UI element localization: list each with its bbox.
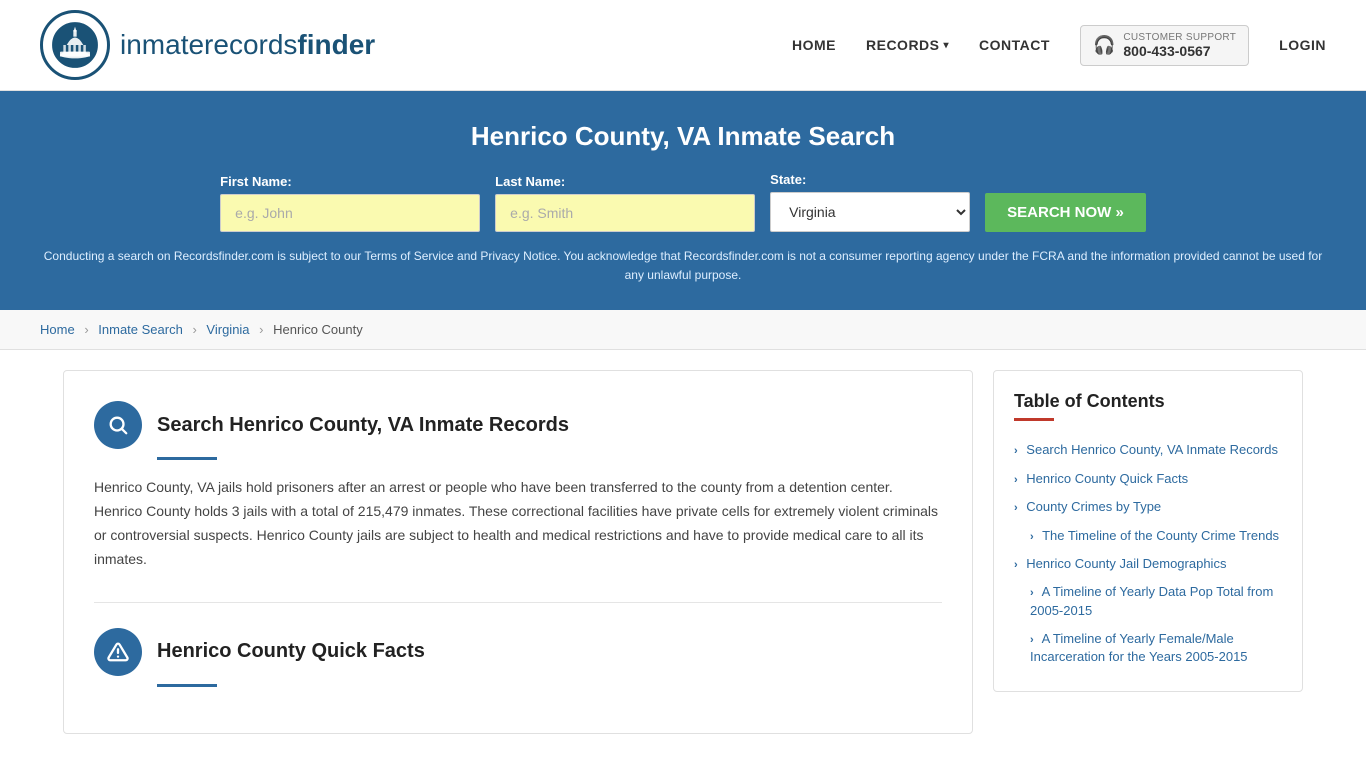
toc-item-1: › Search Henrico County, VA Inmate Recor… bbox=[1014, 436, 1282, 464]
nav-home[interactable]: HOME bbox=[792, 37, 836, 53]
toc-box: Table of Contents › Search Henrico Count… bbox=[993, 370, 1303, 692]
toc-title: Table of Contents bbox=[1014, 391, 1282, 412]
breadcrumb-home[interactable]: Home bbox=[40, 322, 75, 337]
toc-item-4: › The Timeline of the County Crime Trend… bbox=[1014, 522, 1282, 550]
toc-item-3: › County Crimes by Type bbox=[1014, 493, 1282, 521]
headset-icon: 🎧 bbox=[1093, 35, 1115, 56]
toc-underline bbox=[1014, 418, 1054, 421]
disclaimer-text: Conducting a search on Recordsfinder.com… bbox=[40, 247, 1326, 285]
state-group: State: Virginia Alabama Alaska Californi… bbox=[770, 172, 970, 232]
section2-header: Henrico County Quick Facts bbox=[94, 628, 942, 676]
main-content: Search Henrico County, VA Inmate Records… bbox=[43, 370, 1323, 733]
last-name-input[interactable] bbox=[495, 194, 755, 232]
toc-link-1[interactable]: › Search Henrico County, VA Inmate Recor… bbox=[1014, 441, 1282, 459]
first-name-input[interactable] bbox=[220, 194, 480, 232]
logo-area: inmaterecordsfinder bbox=[40, 10, 375, 80]
toc-link-2[interactable]: › Henrico County Quick Facts bbox=[1014, 470, 1282, 488]
first-name-group: First Name: bbox=[220, 174, 480, 232]
chevron-right-icon-6: › bbox=[1030, 587, 1034, 599]
toc-link-3[interactable]: › County Crimes by Type bbox=[1014, 498, 1282, 516]
toc-item-2: › Henrico County Quick Facts bbox=[1014, 465, 1282, 493]
search-form: First Name: Last Name: State: Virginia A… bbox=[40, 172, 1326, 232]
section1-title: Search Henrico County, VA Inmate Records bbox=[157, 414, 569, 437]
breadcrumb-virginia[interactable]: Virginia bbox=[206, 322, 249, 337]
breadcrumb-sep2: › bbox=[192, 322, 196, 337]
toc-item-7: › A Timeline of Yearly Female/Male Incar… bbox=[1014, 625, 1282, 672]
toc-link-5[interactable]: › Henrico County Jail Demographics bbox=[1014, 555, 1282, 573]
section1-header: Search Henrico County, VA Inmate Records bbox=[94, 401, 942, 449]
toc-link-4[interactable]: › The Timeline of the County Crime Trend… bbox=[1030, 527, 1282, 545]
search-icon-circle bbox=[94, 401, 142, 449]
breadcrumb-current: Henrico County bbox=[273, 322, 363, 337]
nav-login[interactable]: LOGIN bbox=[1279, 37, 1326, 53]
state-label: State: bbox=[770, 172, 970, 187]
breadcrumb-inmate-search[interactable]: Inmate Search bbox=[98, 322, 183, 337]
support-box: 🎧 CUSTOMER SUPPORT 800-433-0567 bbox=[1080, 25, 1249, 66]
breadcrumb-sep1: › bbox=[84, 322, 88, 337]
section2-title: Henrico County Quick Facts bbox=[157, 640, 425, 663]
logo-icon bbox=[40, 10, 110, 80]
toc-item-5: › Henrico County Jail Demographics bbox=[1014, 550, 1282, 578]
last-name-label: Last Name: bbox=[495, 174, 755, 189]
first-name-label: First Name: bbox=[220, 174, 480, 189]
toc-item-6: › A Timeline of Yearly Data Pop Total fr… bbox=[1014, 578, 1282, 625]
last-name-group: Last Name: bbox=[495, 174, 755, 232]
main-nav: HOME RECORDS ▾ CONTACT 🎧 CUSTOMER SUPPOR… bbox=[792, 25, 1326, 66]
chevron-right-icon-3: › bbox=[1014, 502, 1018, 514]
state-select[interactable]: Virginia Alabama Alaska California Flori… bbox=[770, 192, 970, 232]
section1-text: Henrico County, VA jails hold prisoners … bbox=[94, 476, 942, 581]
chevron-right-icon-1: › bbox=[1014, 445, 1018, 457]
records-chevron-icon: ▾ bbox=[944, 40, 950, 51]
content-right: Table of Contents › Search Henrico Count… bbox=[993, 370, 1303, 733]
chevron-right-icon-7: › bbox=[1030, 634, 1034, 646]
chevron-right-icon-2: › bbox=[1014, 474, 1018, 486]
section-divider bbox=[94, 602, 942, 603]
breadcrumb-sep3: › bbox=[259, 322, 263, 337]
section1-underline bbox=[157, 457, 217, 460]
logo-text: inmaterecordsfinder bbox=[120, 29, 375, 61]
site-header: inmaterecordsfinder HOME RECORDS ▾ CONTA… bbox=[0, 0, 1366, 91]
search-hero: Henrico County, VA Inmate Search First N… bbox=[0, 91, 1366, 310]
support-info: CUSTOMER SUPPORT 800-433-0567 bbox=[1123, 32, 1236, 59]
chevron-right-icon-4: › bbox=[1030, 531, 1034, 543]
breadcrumb: Home › Inmate Search › Virginia › Henric… bbox=[0, 310, 1366, 350]
toc-link-6[interactable]: › A Timeline of Yearly Data Pop Total fr… bbox=[1030, 583, 1282, 620]
section2-underline bbox=[157, 684, 217, 687]
warning-icon-circle bbox=[94, 628, 142, 676]
toc-list: › Search Henrico County, VA Inmate Recor… bbox=[1014, 436, 1282, 671]
nav-records[interactable]: RECORDS ▾ bbox=[866, 37, 949, 53]
nav-contact[interactable]: CONTACT bbox=[979, 37, 1050, 53]
hero-title: Henrico County, VA Inmate Search bbox=[40, 121, 1326, 152]
search-button[interactable]: SEARCH NOW » bbox=[985, 193, 1146, 232]
chevron-right-icon-5: › bbox=[1014, 559, 1018, 571]
section2: Henrico County Quick Facts bbox=[94, 628, 942, 687]
content-left: Search Henrico County, VA Inmate Records… bbox=[63, 370, 973, 733]
toc-link-7[interactable]: › A Timeline of Yearly Female/Male Incar… bbox=[1030, 630, 1282, 667]
